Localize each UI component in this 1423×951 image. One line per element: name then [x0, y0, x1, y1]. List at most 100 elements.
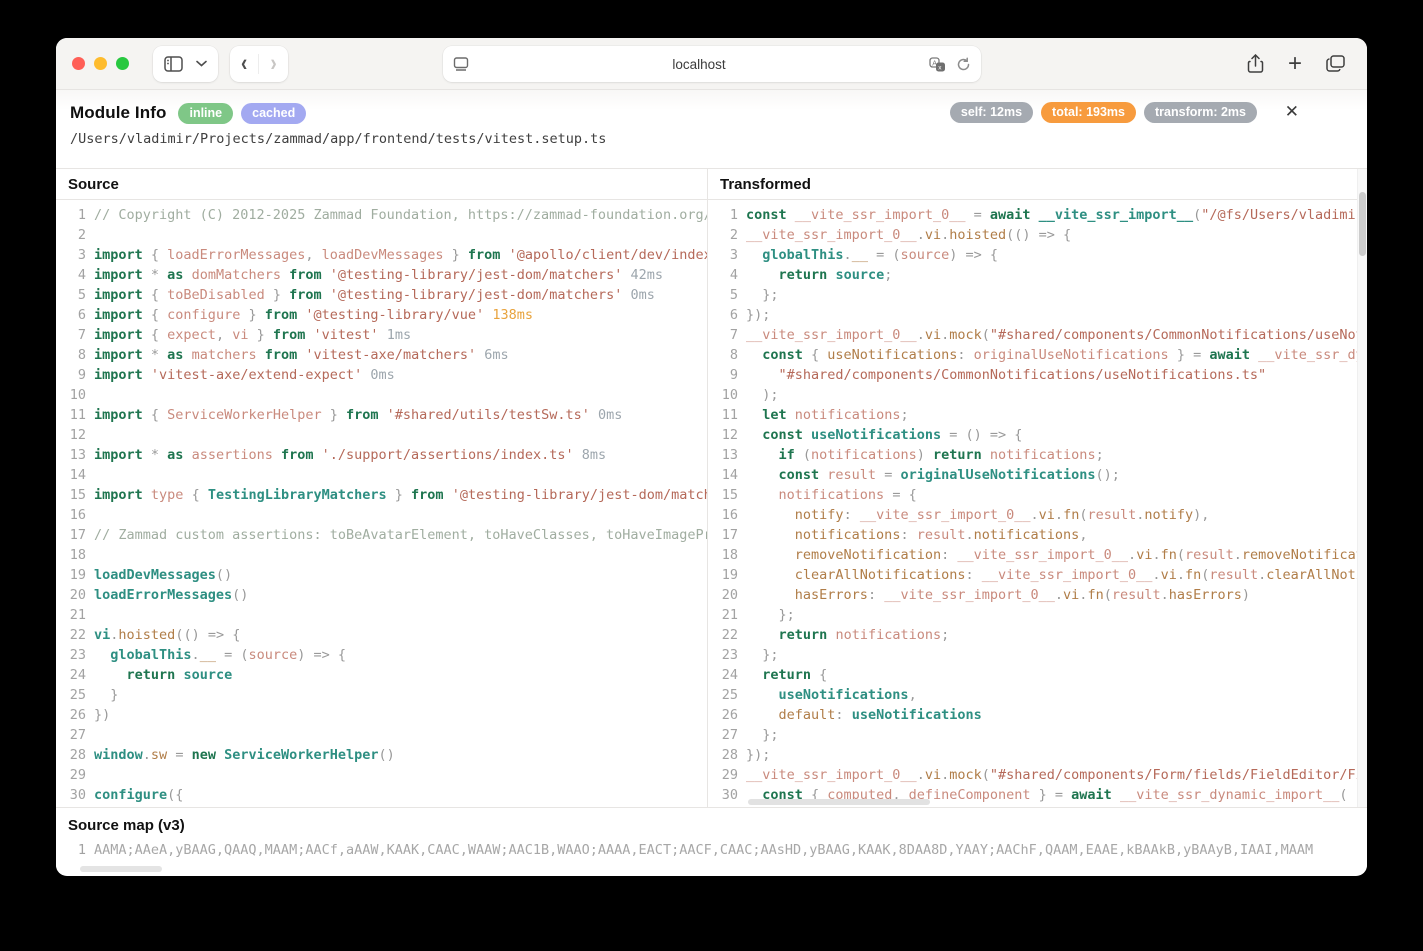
badge-inline: inline: [178, 103, 233, 124]
code-line: 19 clearAllNotifications: __vite_ssr_imp…: [708, 565, 1367, 585]
code-line: 12: [56, 425, 707, 445]
source-map-section: Source map (v3) 1 AAMA;AAeA,yBAAG,QAAQ,M…: [56, 807, 1367, 875]
sidebar-group: [153, 46, 218, 82]
code-line: 3import { loadErrorMessages, loadDevMess…: [56, 245, 707, 265]
code-line: 2__vite_ssr_import_0__.vi.hoisted(() => …: [708, 225, 1367, 245]
metrics: self: 12ms total: 193ms transform: 2ms: [950, 102, 1257, 123]
code-line: 13import * as assertions from './support…: [56, 445, 707, 465]
close-button[interactable]: ✕: [1283, 101, 1301, 122]
code-line: 8import * as matchers from 'vitest-axe/m…: [56, 345, 707, 365]
url-text: localhost: [469, 57, 929, 72]
traffic-lights: [72, 57, 129, 70]
code-line: 11import { ServiceWorkerHelper } from '#…: [56, 405, 707, 425]
tab-overview-button[interactable]: [1326, 55, 1345, 72]
vertical-scrollbar-track[interactable]: [1357, 169, 1367, 807]
sidebar-toggle-button[interactable]: [153, 46, 194, 82]
code-line: 27 };: [708, 725, 1367, 745]
source-map-line-number: 1: [56, 841, 94, 859]
code-line: 9 "#shared/components/CommonNotification…: [708, 365, 1367, 385]
code-line: 3 globalThis.__ = (source) => {: [708, 245, 1367, 265]
horizontal-scrollbar-thumb[interactable]: [748, 799, 930, 805]
traffic-light-minimize[interactable]: [94, 57, 107, 70]
translate-icon[interactable]: A x: [929, 57, 946, 72]
url-bar[interactable]: localhost A x: [443, 46, 981, 82]
transformed-panel-title: Transformed: [708, 169, 1367, 200]
code-line: 6});: [708, 305, 1367, 325]
source-map-scrollbar-thumb[interactable]: [80, 866, 162, 872]
code-line: 16 notify: __vite_ssr_import_0__.vi.fn(r…: [708, 505, 1367, 525]
code-line: 11 let notifications;: [708, 405, 1367, 425]
code-line: 8 const { useNotifications: originalUseN…: [708, 345, 1367, 365]
metric-total: total: 193ms: [1041, 102, 1136, 123]
browser-toolbar: ‹ › localhost A x: [56, 38, 1367, 90]
code-line: 15import type { TestingLibraryMatchers }…: [56, 485, 707, 505]
browser-window: ‹ › localhost A x: [56, 38, 1367, 876]
code-line: 9import 'vitest-axe/extend-expect' 0ms: [56, 365, 707, 385]
code-line: 24 return source: [56, 665, 707, 685]
module-header: Module Info inline cached self: 12ms tot…: [56, 90, 1367, 168]
source-map-title: Source map (v3): [56, 808, 1367, 834]
sidebar-icon: [164, 56, 183, 72]
code-line: 21 };: [708, 605, 1367, 625]
metric-transform: transform: 2ms: [1144, 102, 1257, 123]
back-icon: ‹: [241, 52, 247, 76]
code-line: 22vi.hoisted(() => {: [56, 625, 707, 645]
code-line: 25 useNotifications,: [708, 685, 1367, 705]
code-line: 7__vite_ssr_import_0__.vi.mock("#shared/…: [708, 325, 1367, 345]
sidebar-menu-button[interactable]: [194, 46, 218, 82]
source-map-line: 1 AAMA;AAeA,yBAAG,QAAQ,MAAM;AACf,aAAW,KA…: [56, 841, 1367, 859]
back-button[interactable]: ‹: [230, 46, 258, 82]
code-line: 16: [56, 505, 707, 525]
code-line: 17// Zammad custom assertions: toBeAvata…: [56, 525, 707, 545]
code-line: 14 const result = originalUseNotificatio…: [708, 465, 1367, 485]
transformed-code-area[interactable]: 1const __vite_ssr_import_0__ = await __v…: [708, 200, 1367, 805]
code-line: 20loadErrorMessages(): [56, 585, 707, 605]
code-line: 20 hasErrors: __vite_ssr_import_0__.vi.f…: [708, 585, 1367, 605]
code-line: 7import { expect, vi } from 'vitest' 1ms: [56, 325, 707, 345]
code-line: 28});: [708, 745, 1367, 765]
toolbar-right: +: [1247, 52, 1351, 76]
traffic-light-close[interactable]: [72, 57, 85, 70]
module-path: /Users/vladimir/Projects/zammad/app/fron…: [70, 131, 1351, 147]
code-line: 14: [56, 465, 707, 485]
page-title: Module Info: [70, 103, 166, 123]
code-line: 29: [56, 765, 707, 785]
code-line: 29__vite_ssr_import_0__.vi.mock("#shared…: [708, 765, 1367, 785]
code-line: 17 notifications: result.notifications,: [708, 525, 1367, 545]
nav-group: ‹ ›: [230, 46, 288, 82]
source-panel: Source 1// Copyright (C) 2012-2025 Zamma…: [56, 169, 708, 807]
code-line: 26}): [56, 705, 707, 725]
transformed-panel: Transformed 1const __vite_ssr_import_0__…: [708, 169, 1367, 807]
vertical-scrollbar-thumb[interactable]: [1359, 192, 1366, 256]
code-line: 4 return source;: [708, 265, 1367, 285]
code-panels: Source 1// Copyright (C) 2012-2025 Zamma…: [56, 168, 1367, 807]
badge-cached: cached: [241, 103, 306, 124]
metric-self: self: 12ms: [950, 102, 1033, 123]
page-settings-icon[interactable]: [453, 57, 469, 71]
traffic-light-zoom[interactable]: [116, 57, 129, 70]
forward-button[interactable]: ›: [259, 46, 287, 82]
code-line: 28window.sw = new ServiceWorkerHelper(): [56, 745, 707, 765]
source-map-mappings: AAMA;AAeA,yBAAG,QAAQ,MAAM;AACf,aAAW,KAAK…: [94, 841, 1367, 859]
code-line: 19loadDevMessages(): [56, 565, 707, 585]
code-line: 4import * as domMatchers from '@testing-…: [56, 265, 707, 285]
code-line: 15 notifications = {: [708, 485, 1367, 505]
code-line: 1// Copyright (C) 2012-2025 Zammad Found…: [56, 205, 707, 225]
share-button[interactable]: [1247, 54, 1264, 74]
code-line: 5import { toBeDisabled } from '@testing-…: [56, 285, 707, 305]
code-line: 18 removeNotification: __vite_ssr_import…: [708, 545, 1367, 565]
code-line: 21: [56, 605, 707, 625]
code-line: 1const __vite_ssr_import_0__ = await __v…: [708, 205, 1367, 225]
code-line: 12 const useNotifications = () => {: [708, 425, 1367, 445]
code-line: 10: [56, 385, 707, 405]
forward-icon: ›: [270, 52, 276, 76]
chevron-down-icon: [196, 60, 207, 67]
code-line: 22 return notifications;: [708, 625, 1367, 645]
code-line: 18: [56, 545, 707, 565]
source-code-area[interactable]: 1// Copyright (C) 2012-2025 Zammad Found…: [56, 200, 707, 805]
code-line: 26 default: useNotifications: [708, 705, 1367, 725]
reload-icon[interactable]: [956, 57, 971, 72]
code-line: 23 };: [708, 645, 1367, 665]
code-line: 25 }: [56, 685, 707, 705]
new-tab-button[interactable]: +: [1288, 52, 1302, 76]
